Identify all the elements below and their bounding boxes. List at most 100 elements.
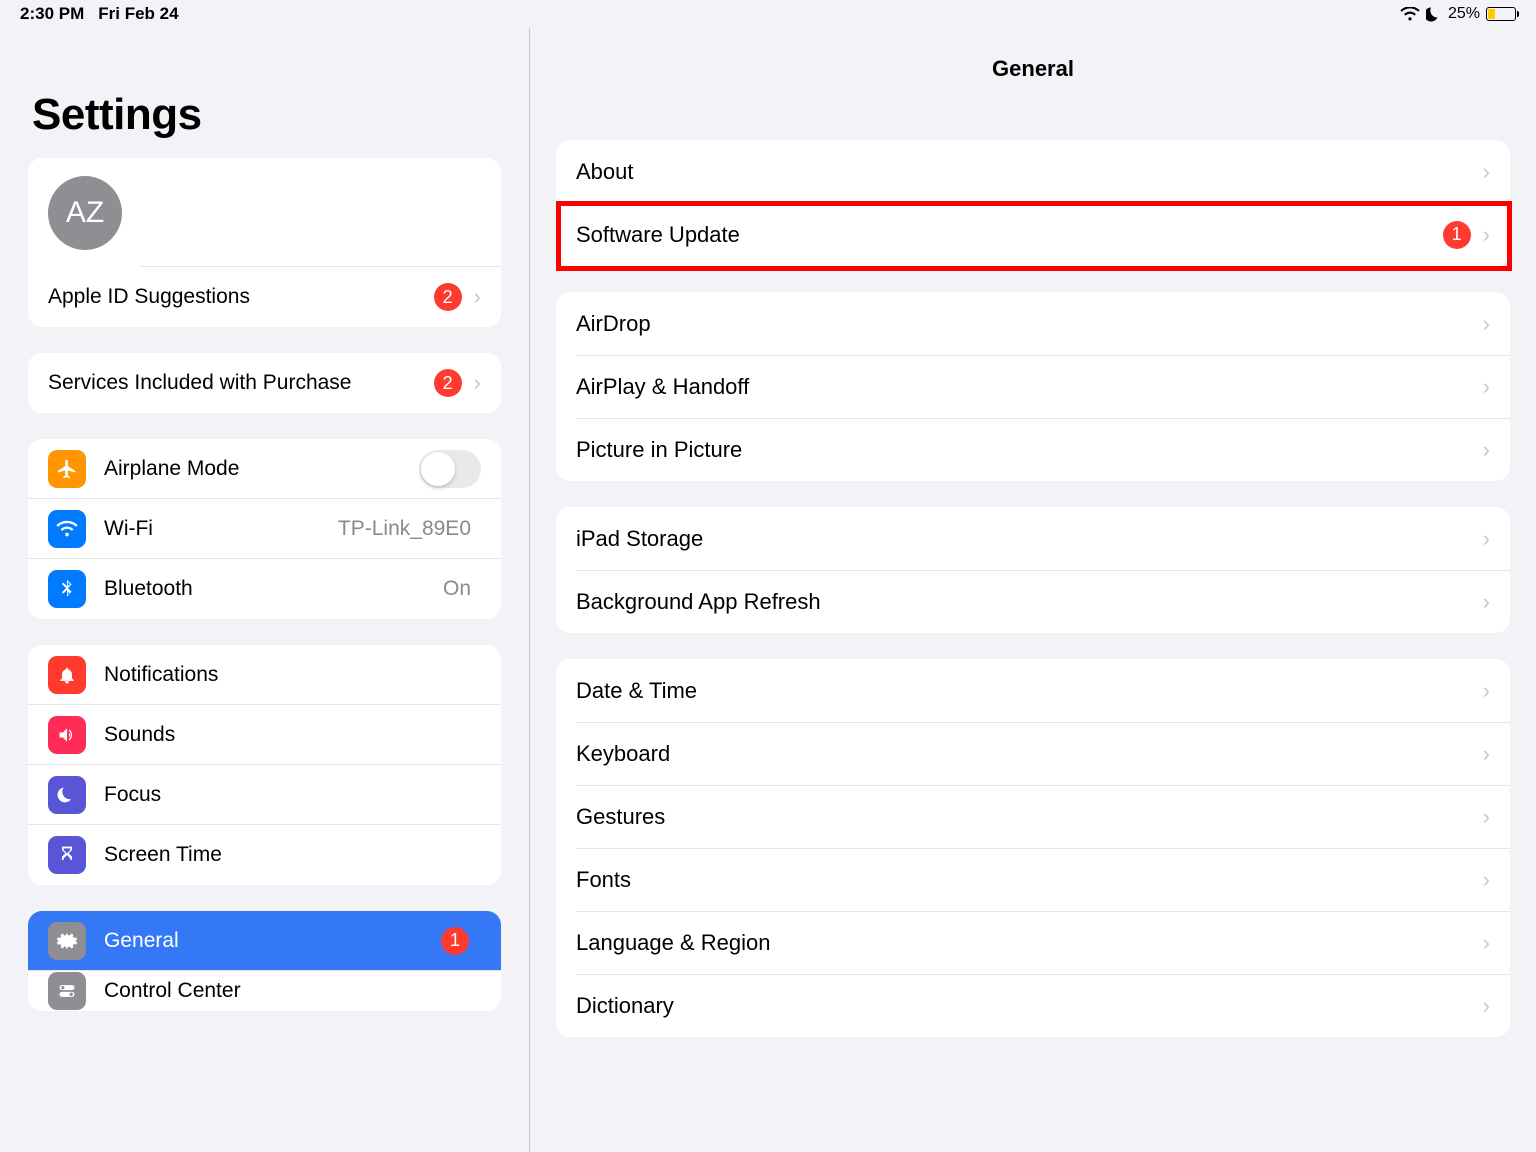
chevron-right-icon: › xyxy=(1483,311,1490,337)
gestures-label: Gestures xyxy=(576,804,1483,830)
profile-row[interactable]: AZ xyxy=(28,158,501,266)
detail-group-about: About › Software Update 1 › xyxy=(556,140,1510,266)
fonts-label: Fonts xyxy=(576,867,1483,893)
general-row[interactable]: General 1 xyxy=(28,911,501,971)
focus-label: Focus xyxy=(104,783,481,807)
sounds-label: Sounds xyxy=(104,723,481,747)
about-row[interactable]: About › xyxy=(556,140,1510,203)
storage-row[interactable]: iPad Storage › xyxy=(556,507,1510,570)
controlcenter-label: Control Center xyxy=(104,979,481,1003)
chevron-right-icon: › xyxy=(1483,993,1490,1019)
apple-id-badge: 2 xyxy=(434,283,462,311)
dnd-moon-icon xyxy=(1426,6,1442,22)
status-bar: 2:30 PM Fri Feb 24 25% xyxy=(0,0,1536,28)
detail-group-misc: Date & Time › Keyboard › Gestures › Font… xyxy=(556,659,1510,1037)
pip-label: Picture in Picture xyxy=(576,437,1483,463)
general-badge: 1 xyxy=(441,927,469,955)
gear-icon xyxy=(48,922,86,960)
sounds-row[interactable]: Sounds xyxy=(28,705,501,765)
general-card: General 1 Control Center xyxy=(28,911,501,1011)
airplay-label: AirPlay & Handoff xyxy=(576,374,1483,400)
airplane-row[interactable]: Airplane Mode xyxy=(28,439,501,499)
wifi-value: TP-Link_89E0 xyxy=(338,517,471,541)
airdrop-label: AirDrop xyxy=(576,311,1483,337)
chevron-right-icon: › xyxy=(1483,930,1490,956)
lang-label: Language & Region xyxy=(576,930,1483,956)
bgrefresh-row[interactable]: Background App Refresh › xyxy=(556,570,1510,633)
battery-pct: 25% xyxy=(1448,5,1480,23)
avatar: AZ xyxy=(48,176,122,250)
general-label: General xyxy=(104,929,441,953)
chevron-right-icon: › xyxy=(1483,374,1490,400)
battery-icon xyxy=(1486,7,1516,21)
bgrefresh-label: Background App Refresh xyxy=(576,589,1483,615)
apple-id-suggestions-row[interactable]: Apple ID Suggestions 2 › xyxy=(28,267,501,327)
detail-pane: General About › Software Update 1 › AirD… xyxy=(530,28,1536,1152)
moon-icon xyxy=(48,776,86,814)
chevron-right-icon: › xyxy=(1483,159,1490,185)
keyboard-label: Keyboard xyxy=(576,741,1483,767)
notifications-row[interactable]: Notifications xyxy=(28,645,501,705)
airplay-row[interactable]: AirPlay & Handoff › xyxy=(556,355,1510,418)
keyboard-row[interactable]: Keyboard › xyxy=(556,722,1510,785)
lang-row[interactable]: Language & Region › xyxy=(556,911,1510,974)
chevron-right-icon: › xyxy=(1483,867,1490,893)
settings-sidebar: Settings AZ Apple ID Suggestions 2 › Ser… xyxy=(0,28,530,1152)
hourglass-icon xyxy=(48,836,86,874)
apple-id-label: Apple ID Suggestions xyxy=(48,285,434,309)
services-row[interactable]: Services Included with Purchase 2 › xyxy=(28,353,501,413)
wifi-icon xyxy=(1400,7,1420,21)
pip-row[interactable]: Picture in Picture › xyxy=(556,418,1510,481)
chevron-right-icon: › xyxy=(1483,437,1490,463)
software-update-badge: 1 xyxy=(1443,221,1471,249)
chevron-right-icon: › xyxy=(474,284,481,310)
services-badge: 2 xyxy=(434,369,462,397)
wifi-icon xyxy=(48,510,86,548)
detail-group-storage: iPad Storage › Background App Refresh › xyxy=(556,507,1510,633)
services-card: Services Included with Purchase 2 › xyxy=(28,353,501,413)
bluetooth-row[interactable]: Bluetooth On xyxy=(28,559,501,619)
switches-icon xyxy=(48,972,86,1010)
datetime-label: Date & Time xyxy=(576,678,1483,704)
profile-card: AZ Apple ID Suggestions 2 › xyxy=(28,158,501,327)
controlcenter-row[interactable]: Control Center xyxy=(28,971,501,1011)
storage-label: iPad Storage xyxy=(576,526,1483,552)
speaker-icon xyxy=(48,716,86,754)
chevron-right-icon: › xyxy=(1483,526,1490,552)
about-label: About xyxy=(576,159,1483,185)
airplane-icon xyxy=(48,450,86,488)
bluetooth-value: On xyxy=(443,577,471,601)
detail-title: General xyxy=(556,28,1510,140)
chevron-right-icon: › xyxy=(474,370,481,396)
dict-label: Dictionary xyxy=(576,993,1483,1019)
bell-icon xyxy=(48,656,86,694)
connectivity-card: Airplane Mode Wi-Fi TP-Link_89E0 Bluetoo… xyxy=(28,439,501,619)
page-title: Settings xyxy=(32,90,501,140)
screentime-row[interactable]: Screen Time xyxy=(28,825,501,885)
status-date: Fri Feb 24 xyxy=(98,4,178,24)
wifi-label: Wi-Fi xyxy=(104,517,338,541)
alerts-card: Notifications Sounds Focus Screen Time xyxy=(28,645,501,885)
software-update-label: Software Update xyxy=(576,222,1443,248)
dict-row[interactable]: Dictionary › xyxy=(556,974,1510,1037)
airdrop-row[interactable]: AirDrop › xyxy=(556,292,1510,355)
notifications-label: Notifications xyxy=(104,663,481,687)
datetime-row[interactable]: Date & Time › xyxy=(556,659,1510,722)
gestures-row[interactable]: Gestures › xyxy=(556,785,1510,848)
status-time: 2:30 PM xyxy=(20,4,84,24)
chevron-right-icon: › xyxy=(1483,222,1490,248)
focus-row[interactable]: Focus xyxy=(28,765,501,825)
airplane-label: Airplane Mode xyxy=(104,457,419,481)
chevron-right-icon: › xyxy=(1483,589,1490,615)
services-label: Services Included with Purchase xyxy=(48,371,434,395)
fonts-row[interactable]: Fonts › xyxy=(556,848,1510,911)
chevron-right-icon: › xyxy=(1483,741,1490,767)
chevron-right-icon: › xyxy=(1483,678,1490,704)
detail-group-air: AirDrop › AirPlay & Handoff › Picture in… xyxy=(556,292,1510,481)
software-update-row[interactable]: Software Update 1 › xyxy=(556,203,1510,266)
wifi-row[interactable]: Wi-Fi TP-Link_89E0 xyxy=(28,499,501,559)
screentime-label: Screen Time xyxy=(104,843,481,867)
chevron-right-icon: › xyxy=(1483,804,1490,830)
bluetooth-icon xyxy=(48,570,86,608)
airplane-toggle[interactable] xyxy=(419,450,481,488)
